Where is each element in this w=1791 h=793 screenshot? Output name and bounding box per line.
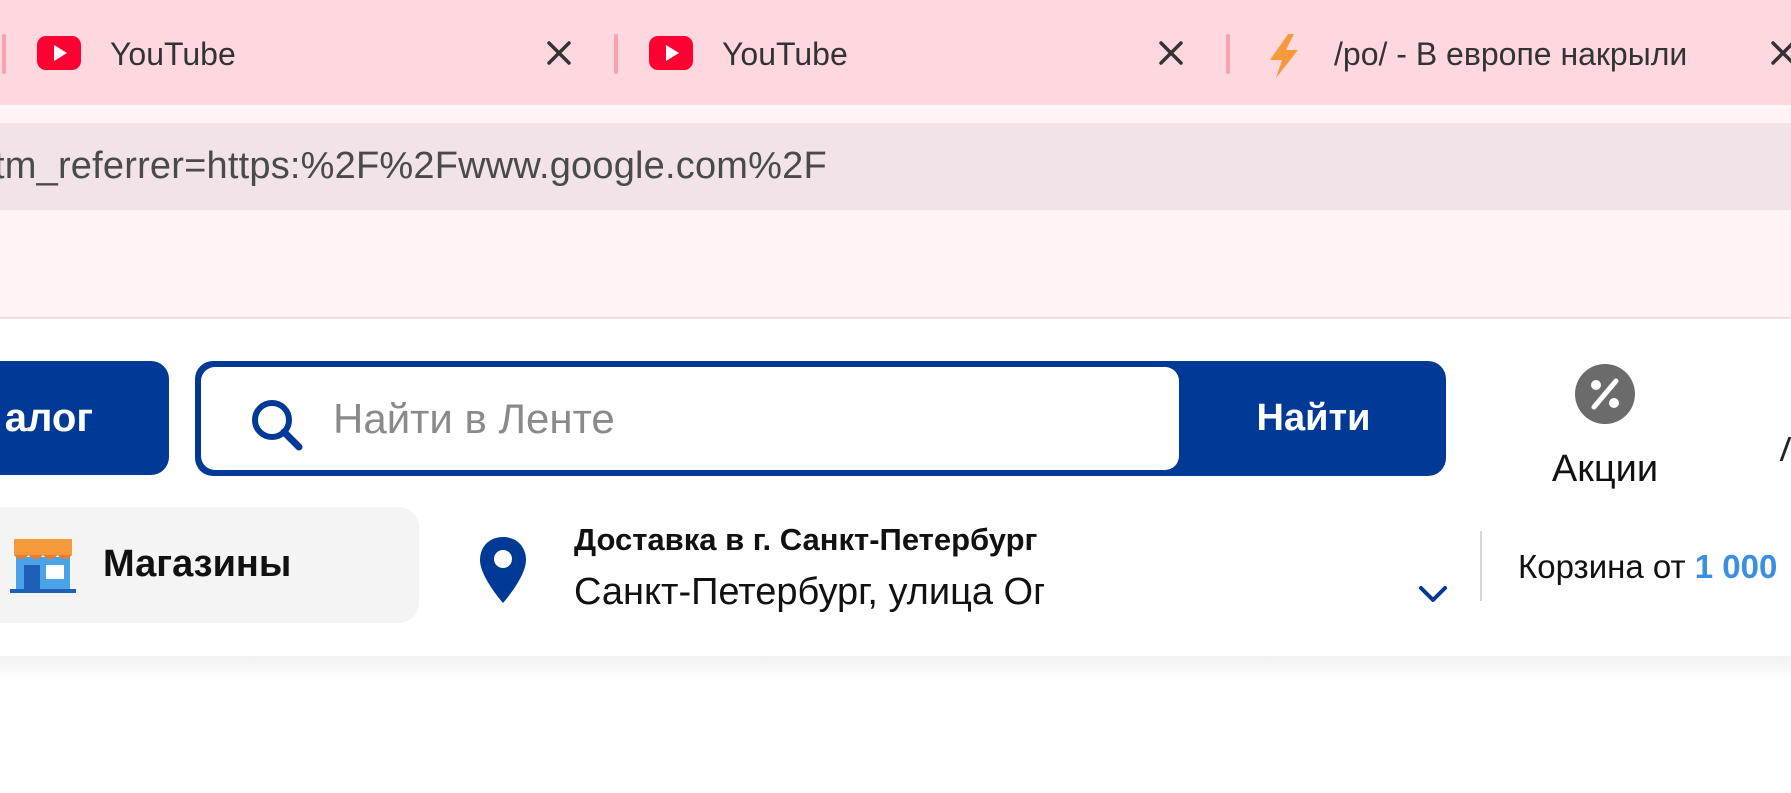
tab-title: YouTube	[110, 36, 236, 72]
store-icon	[10, 537, 76, 593]
tab-divider	[2, 34, 6, 74]
chevron-down-icon[interactable]	[1416, 577, 1450, 611]
lightning-icon	[1264, 32, 1304, 80]
tab-divider	[1226, 34, 1230, 74]
address-bar[interactable]: tm_referrer=https:%2F%2Fwww.google.com%2…	[0, 123, 1791, 210]
tab-divider	[614, 34, 618, 74]
browser-tab-bar: YouTube YouTube /po/ - В европе накрыли	[0, 0, 1791, 105]
divider	[1480, 531, 1482, 601]
catalog-button-label: алог	[4, 396, 93, 440]
youtube-icon	[37, 36, 81, 70]
tab-title: /po/ - В европе накрыли	[1334, 36, 1688, 72]
location-pin-icon	[478, 535, 528, 605]
tab-youtube-2[interactable]: YouTube	[622, 0, 1222, 105]
cart-note-prefix: Корзина от	[1518, 548, 1695, 585]
tab-title: YouTube	[722, 36, 848, 72]
close-icon[interactable]	[541, 35, 577, 71]
delivery-city: Доставка в г. Санкт-Петербург	[574, 522, 1038, 557]
cart-minimum-note: Корзина от 1 000	[1518, 545, 1777, 589]
stores-label: Магазины	[103, 543, 292, 585]
percent-icon	[1574, 363, 1636, 425]
search-bar: Найти	[195, 361, 1446, 476]
close-icon[interactable]	[1765, 35, 1791, 71]
catalog-button[interactable]: алог	[0, 361, 169, 475]
address-bar-url: tm_referrer=https:%2F%2Fwww.google.com%2…	[0, 145, 827, 187]
stores-button[interactable]: Магазины	[0, 507, 419, 623]
header-bottom-shadow	[0, 656, 1791, 680]
promotions-label: Акции	[1551, 448, 1659, 490]
next-nav-item-fragment	[1779, 437, 1791, 461]
tab-po-thread[interactable]: /po/ - В европе накрыли	[1234, 0, 1791, 105]
close-icon[interactable]	[1153, 35, 1189, 71]
search-field-box	[201, 367, 1179, 470]
search-button[interactable]: Найти	[1181, 361, 1446, 476]
delivery-address: Санкт-Петербург, улица Оптиков, д. 4, ..…	[574, 571, 1044, 613]
search-input[interactable]	[331, 387, 1155, 451]
cart-min-amount: 1 000	[1694, 548, 1778, 585]
search-icon	[247, 395, 307, 455]
promotions-link[interactable]: Акции	[1510, 359, 1700, 490]
tab-youtube-1[interactable]: YouTube	[10, 0, 610, 105]
delivery-selector[interactable]: Доставка в г. Санкт-Петербург Санкт-Пете…	[470, 515, 1460, 625]
site-header: алог Найти Акции	[0, 319, 1791, 793]
youtube-icon	[649, 36, 693, 70]
browser-toolbar: tm_referrer=https:%2F%2Fwww.google.com%2…	[0, 105, 1791, 319]
